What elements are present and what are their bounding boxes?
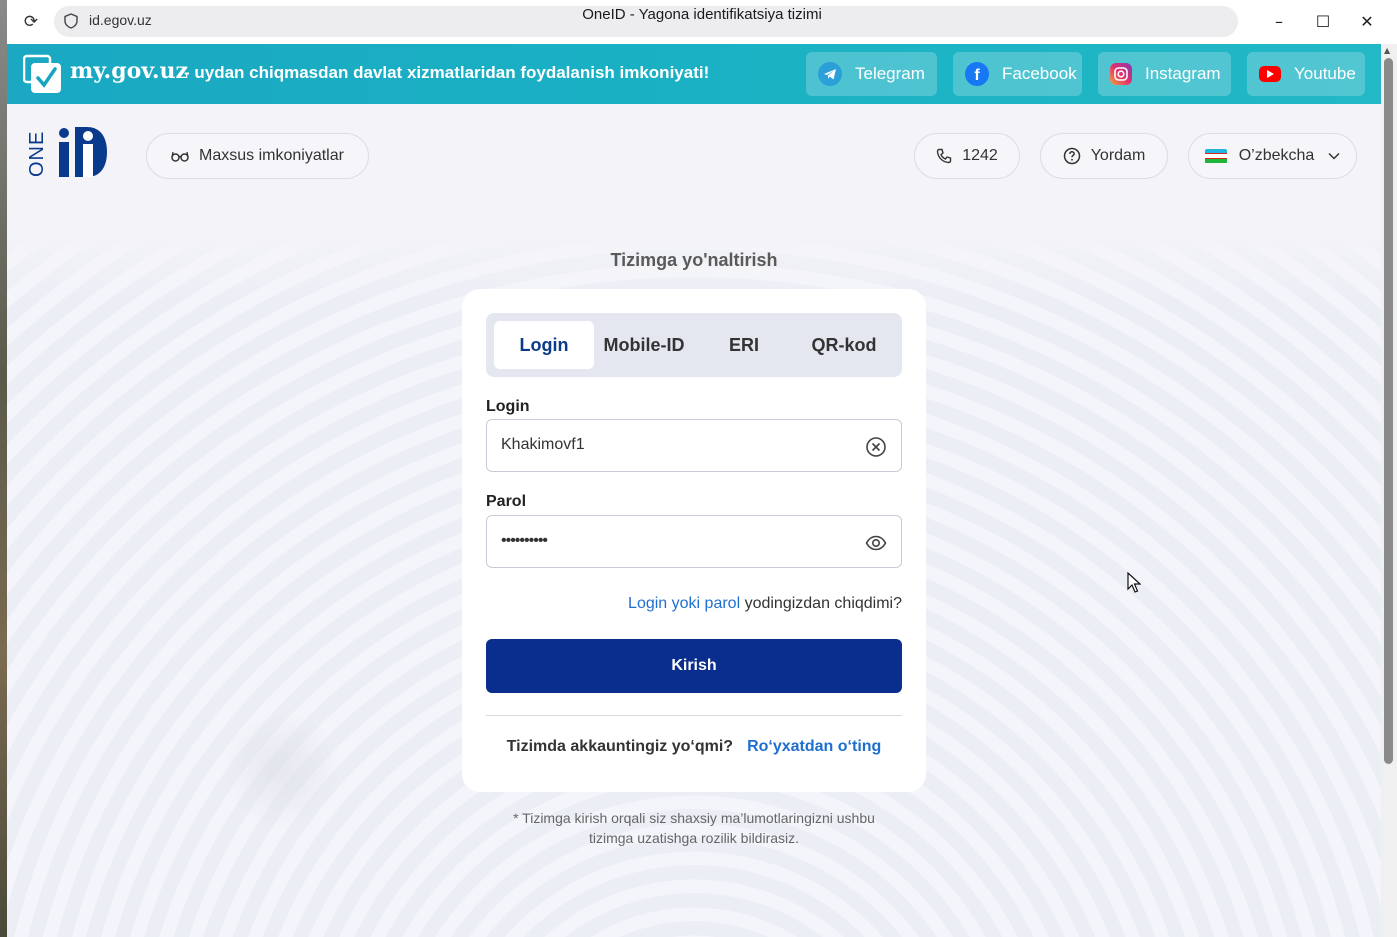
accessibility-label: Maxsus imkoniyatlar <box>199 147 344 164</box>
help-button[interactable]: Yordam <box>1040 133 1168 179</box>
forgot-password-rest: yodingizdan chiqdimi? <box>740 595 902 612</box>
telegram-button[interactable]: Telegram <box>806 52 937 96</box>
phone-icon <box>937 148 952 164</box>
phone-button[interactable]: 1242 <box>914 133 1020 179</box>
instagram-icon <box>1110 63 1132 85</box>
minimize-icon[interactable]: – <box>1267 10 1291 34</box>
banner-tagline: - uydan chiqmasdan davlat xizmatlaridan … <box>184 63 710 82</box>
browser-titlebar: ⟳ id.egov.uz OneID - Yagona identifikats… <box>7 0 1397 44</box>
mygov-logo-icon <box>23 54 61 93</box>
card-divider <box>486 715 902 716</box>
uzbekistan-flag-icon <box>1204 148 1227 164</box>
password-input[interactable] <box>501 532 841 550</box>
page-scrollbar[interactable]: ▲ <box>1381 44 1397 937</box>
phone-number: 1242 <box>962 147 998 164</box>
facebook-button[interactable]: f Facebook <box>953 52 1082 96</box>
help-label: Yordam <box>1090 147 1146 164</box>
question-circle-icon <box>1063 147 1080 165</box>
scrollbar-thumb[interactable] <box>1384 58 1393 764</box>
tab-login[interactable]: Login <box>494 321 594 369</box>
instagram-button[interactable]: Instagram <box>1098 52 1231 96</box>
auth-method-tabs: Login Mobile-ID ERI QR-kod <box>486 313 902 377</box>
forgot-password-link[interactable]: Login yoki parol <box>628 595 740 612</box>
eye-icon[interactable] <box>865 532 887 554</box>
oneid-logo[interactable]: ONE <box>29 124 109 184</box>
glasses-icon <box>171 151 189 162</box>
accessibility-button[interactable]: Maxsus imkoniyatlar <box>146 133 369 179</box>
mygov-site-name[interactable]: my.gov.uz <box>70 58 188 84</box>
instagram-label: Instagram <box>1145 64 1221 83</box>
clear-icon[interactable] <box>865 436 887 458</box>
register-row: Tizimda akkauntingiz yo‘qmi? Ro‘yxatdan o… <box>462 738 926 756</box>
forgot-password-text: Login yoki parol yodingizdan chiqdimi? <box>628 595 902 613</box>
login-card: Login Mobile-ID ERI QR-kod Login Parol <box>462 289 926 792</box>
youtube-icon <box>1259 66 1281 82</box>
login-heading: Tizimga yo'naltirish <box>610 250 778 270</box>
svg-text:ONE: ONE <box>29 131 48 177</box>
language-label: O’zbekcha <box>1238 147 1315 164</box>
password-field-label: Parol <box>486 493 527 510</box>
password-field[interactable] <box>486 515 902 568</box>
close-icon[interactable]: ✕ <box>1355 10 1379 34</box>
consent-line-2: tizimga uzatishga rozilik bildirasiz. <box>588 830 800 846</box>
login-field[interactable] <box>486 419 902 472</box>
tab-eri[interactable]: ERI <box>694 321 794 369</box>
mouse-cursor-icon <box>1127 572 1141 593</box>
telegram-label: Telegram <box>855 64 925 83</box>
register-link[interactable]: Ro‘yxatdan o‘ting <box>747 738 881 755</box>
telegram-icon <box>818 62 842 86</box>
login-input[interactable] <box>501 436 841 454</box>
maximize-icon[interactable]: ☐ <box>1311 10 1335 34</box>
login-field-label: Login <box>486 398 530 415</box>
consent-notice: * Tizimga kirish orqali siz shaxsiy ma’l… <box>462 808 926 848</box>
login-submit-button[interactable]: Kirish <box>486 639 902 693</box>
youtube-label: Youtube <box>1294 64 1356 83</box>
chevron-down-icon <box>1328 152 1340 160</box>
tab-mobile-id[interactable]: Mobile-ID <box>594 321 694 369</box>
scroll-up-icon[interactable]: ▲ <box>1384 46 1390 55</box>
language-selector[interactable]: O’zbekcha <box>1188 133 1357 179</box>
youtube-button[interactable]: Youtube <box>1247 52 1365 96</box>
tab-qr-code[interactable]: QR-kod <box>794 321 894 369</box>
facebook-label: Facebook <box>1002 64 1077 83</box>
no-account-text: Tizimda akkauntingiz yo‘qmi? <box>506 738 734 755</box>
desktop-background <box>0 0 7 937</box>
page-title: OneID - Yagona identifikatsiya tizimi <box>582 6 822 23</box>
page-content: ONE Maxsus imkoniyatlar 1242 Yordam O’zb… <box>7 104 1381 937</box>
mygov-banner: my.gov.uz - uydan chiqmasdan davlat xizm… <box>7 44 1381 104</box>
facebook-icon: f <box>965 62 989 86</box>
browser-window: ⟳ id.egov.uz OneID - Yagona identifikats… <box>7 0 1397 937</box>
consent-line-1: * Tizimga kirish orqali siz shaxsiy ma’l… <box>513 810 875 826</box>
